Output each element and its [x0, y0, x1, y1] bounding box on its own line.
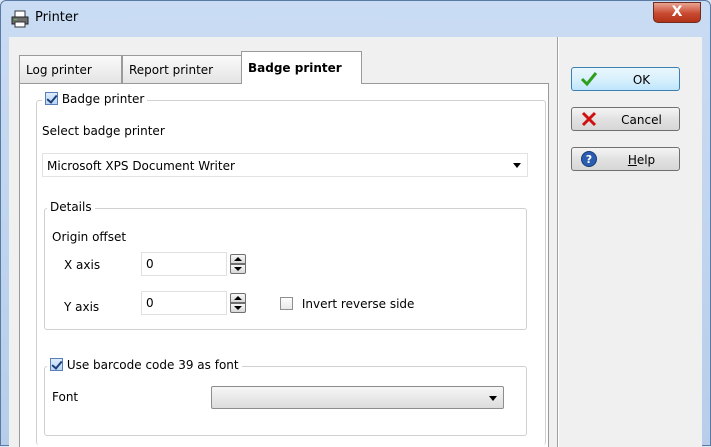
y-axis-label: Y axis	[64, 300, 100, 314]
close-icon: X	[671, 4, 683, 20]
x-axis-input[interactable]: 0	[141, 252, 227, 276]
font-select[interactable]	[211, 386, 504, 409]
help-accelerator: H	[627, 153, 637, 167]
help-button-label: Help	[608, 153, 675, 167]
details-legend: Details	[47, 200, 95, 214]
badge-printer-select[interactable]: Microsoft XPS Document Writer	[42, 153, 528, 177]
barcode-checkbox[interactable]: Use barcode code 39 as font	[47, 358, 242, 372]
checkbox-checked[interactable]	[50, 358, 63, 371]
tab-badge-printer[interactable]: Badge printer	[241, 51, 362, 84]
selected-printer: Microsoft XPS Document Writer	[47, 159, 235, 173]
ok-button-label: OK	[632, 73, 651, 87]
tab-report-printer[interactable]: Report printer	[122, 55, 243, 83]
y-axis-stepper[interactable]	[230, 293, 246, 313]
y-axis-input[interactable]: 0	[141, 291, 227, 315]
tab-label: Badge printer	[248, 61, 342, 75]
x-axis-stepper[interactable]	[230, 254, 246, 274]
window-title: Printer	[35, 10, 79, 25]
x-axis-label: X axis	[64, 258, 101, 272]
barcode-checkbox-label: Use barcode code 39 as font	[66, 358, 239, 372]
origin-offset-label: Origin offset	[52, 230, 127, 244]
stepper-down-icon[interactable]	[230, 303, 246, 313]
vertical-divider-highlight	[558, 37, 559, 447]
stepper-down-icon[interactable]	[230, 264, 246, 274]
x-axis-value: 0	[146, 257, 154, 271]
tab-log-printer[interactable]: Log printer	[19, 55, 122, 83]
chevron-down-icon	[489, 396, 497, 401]
help-rest: elp	[636, 153, 656, 167]
printer-dialog-window: Printer X Log printer Report printer Bad…	[0, 0, 711, 447]
details-legend-text: Details	[50, 200, 92, 214]
close-button[interactable]: X	[653, 2, 701, 23]
checkbox-checked[interactable]	[45, 92, 58, 105]
ok-button[interactable]: OK	[571, 67, 680, 91]
cancel-button[interactable]: Cancel	[571, 107, 680, 131]
question-icon: ?	[581, 151, 597, 167]
badge-printer-checkbox-label: Badge printer	[61, 92, 145, 106]
stepper-up-icon[interactable]	[230, 293, 246, 303]
invert-reverse-side-label: Invert reverse side	[301, 297, 415, 311]
select-badge-printer-label: Select badge printer	[42, 124, 165, 138]
tab-label: Log printer	[26, 63, 92, 77]
printer-icon	[11, 10, 29, 28]
chevron-down-icon	[513, 163, 521, 168]
stepper-up-icon[interactable]	[230, 254, 246, 264]
checkbox-unchecked[interactable]	[280, 297, 293, 310]
badge-printer-panel: Badge printer Select badge printer Micro…	[19, 83, 549, 447]
help-button[interactable]: ? Help	[571, 147, 680, 171]
badge-printer-checkbox[interactable]: Badge printer	[42, 92, 148, 106]
svg-text:?: ?	[586, 153, 592, 166]
tab-label: Report printer	[129, 63, 214, 77]
title-bar: Printer X	[1, 1, 710, 37]
cancel-button-label: Cancel	[621, 113, 662, 127]
y-axis-value: 0	[146, 296, 154, 310]
details-group	[44, 208, 527, 330]
checkmark-icon	[580, 72, 598, 87]
font-label: Font	[52, 390, 79, 404]
dialog-client-area: Log printer Report printer Badge printer…	[9, 37, 702, 447]
invert-reverse-side-checkbox[interactable]: Invert reverse side	[280, 297, 414, 311]
x-icon	[581, 111, 597, 127]
